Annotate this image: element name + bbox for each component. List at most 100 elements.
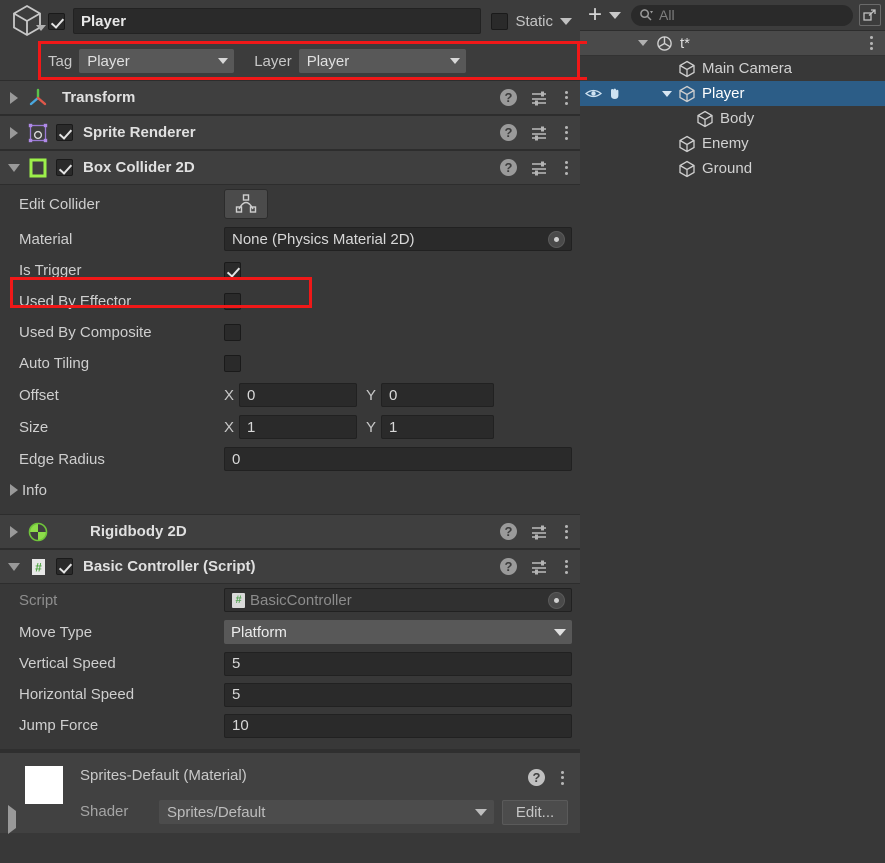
static-checkbox[interactable] [491,12,509,30]
component-header-basic-controller[interactable]: # Basic Controller (Script) ? [0,549,580,584]
pickability-hand-icon[interactable] [607,86,622,101]
help-icon[interactable]: ? [528,769,545,786]
hierarchy-item-player[interactable]: Player [580,81,885,106]
static-chevron-down-icon[interactable] [560,17,572,25]
material-preview-title: Sprites-Default (Material) [80,767,247,784]
row-info[interactable]: Info [0,475,580,505]
hierarchy-item-ground[interactable]: Ground [580,156,885,181]
offset-y-value: 0 [389,386,398,404]
preset-settings-icon[interactable] [530,90,548,106]
component-header-box-collider-2d[interactable]: Box Collider 2D ? [0,150,580,185]
gameobject-cube-icon [678,60,696,78]
vertical-speed-input[interactable]: 5 [224,651,572,676]
basic-controller-enabled-checkbox[interactable] [56,558,73,575]
size-x-input[interactable]: 1 [239,415,358,439]
help-icon[interactable]: ? [500,89,517,106]
box-collider-2d-icon [24,157,52,179]
scene-name: t* [680,34,691,52]
static-control[interactable]: Static [491,12,572,30]
rigidbody-2d-foldout-icon[interactable] [4,525,24,538]
material-object-field[interactable]: None (Physics Material 2D) [224,227,572,251]
offset-y-input[interactable]: 0 [381,383,495,407]
transform-foldout-icon[interactable] [4,91,24,104]
box-collider-2d-foldout-icon[interactable] [4,163,24,172]
gameobject-name-input[interactable]: Player [73,8,482,34]
hierarchy-list: Main Camera Player Body Enemy Ground [580,56,885,181]
inspector-panel: Player Static Tag Player Layer Player Tr… [0,0,580,863]
help-icon[interactable]: ? [500,159,517,176]
kebab-menu-icon[interactable] [866,36,877,50]
component-header-rigidbody-2d[interactable]: Rigidbody 2D ? [0,514,580,549]
gameobject-cube-icon [678,135,696,153]
hierarchy-item-body[interactable]: Body [580,106,885,131]
kebab-menu-icon[interactable] [561,125,572,140]
offset-x-input[interactable]: 0 [239,383,358,407]
help-icon[interactable]: ? [500,558,517,575]
gameobject-enabled-checkbox[interactable] [48,12,65,30]
hierarchy-toolbar: + All [580,0,885,31]
used-by-effector-checkbox[interactable] [224,293,241,310]
help-icon[interactable]: ? [500,124,517,141]
visibility-toggles [580,86,638,101]
shader-edit-button[interactable]: Edit... [502,800,568,825]
horizontal-speed-input[interactable]: 5 [224,682,572,707]
chevron-down-icon[interactable] [36,25,46,31]
move-type-dropdown[interactable]: Platform [224,620,572,644]
expand-panel-icon[interactable] [859,4,881,26]
tag-dropdown[interactable]: Player [79,49,235,73]
object-picker-icon[interactable] [548,591,565,609]
material-value: None (Physics Material 2D) [232,230,415,248]
kebab-menu-icon[interactable] [561,524,572,539]
vertical-speed-value: 5 [232,655,241,672]
component-header-transform[interactable]: Transform ? [0,80,580,115]
row-size: Size X 1 Y 1 [0,411,580,443]
edge-radius-input[interactable]: 0 [224,447,572,471]
component-header-sprite-renderer[interactable]: Sprite Renderer ? [0,115,580,150]
vertical-speed-label: Vertical Speed [19,655,116,672]
kebab-menu-icon[interactable] [561,160,572,175]
search-input[interactable]: All [631,4,853,26]
kebab-menu-icon[interactable] [561,90,572,105]
size-label: Size [19,418,49,436]
sprite-renderer-foldout-icon[interactable] [4,126,24,139]
kebab-menu-icon[interactable] [561,559,572,574]
chevron-down-icon [449,58,460,64]
basic-controller-foldout-icon[interactable] [4,562,24,571]
is-trigger-checkbox[interactable] [224,262,241,279]
sprite-renderer-enabled-checkbox[interactable] [56,124,73,141]
hierarchy-item-main-camera[interactable]: Main Camera [580,56,885,81]
foldout-icon[interactable] [662,90,678,97]
used-by-composite-checkbox[interactable] [224,324,241,341]
offset-x-value: 0 [247,386,256,404]
object-picker-icon[interactable] [548,230,565,248]
hierarchy-item-enemy[interactable]: Enemy [580,131,885,156]
row-move-type: Move Type Platform [0,616,580,648]
script-value: BasicController [250,591,352,609]
auto-tiling-checkbox[interactable] [224,355,241,372]
material-preview-foldout-icon[interactable] [8,805,16,834]
jump-force-input[interactable]: 10 [224,713,572,738]
preset-settings-icon[interactable] [530,524,548,540]
component-title: Sprite Renderer [83,124,196,141]
plus-icon[interactable]: + [588,3,602,27]
edit-collider-button[interactable] [224,189,268,219]
transform-axis-icon [24,87,52,109]
row-horizontal-speed: Horizontal Speed 5 [0,679,580,710]
info-foldout-icon[interactable] [10,484,18,496]
preset-settings-icon[interactable] [530,559,548,575]
box-collider-2d-enabled-checkbox[interactable] [56,159,73,176]
shader-dropdown[interactable]: Sprites/Default [159,800,494,824]
preset-settings-icon[interactable] [530,125,548,141]
tag-layer-row: Tag Player Layer Player [0,42,580,80]
kebab-menu-icon[interactable] [557,770,568,785]
hierarchy-scene-row[interactable]: t* [580,31,885,56]
help-icon[interactable]: ? [500,523,517,540]
is-trigger-label: Is Trigger [19,262,82,279]
preset-settings-icon[interactable] [530,160,548,176]
chevron-down-icon[interactable] [609,11,622,19]
layer-dropdown[interactable]: Player [298,49,466,73]
visibility-eye-icon[interactable] [585,87,602,100]
gameobject-header: Player Static [0,0,580,42]
scene-foldout-icon[interactable] [638,40,648,46]
size-y-input[interactable]: 1 [381,415,495,439]
